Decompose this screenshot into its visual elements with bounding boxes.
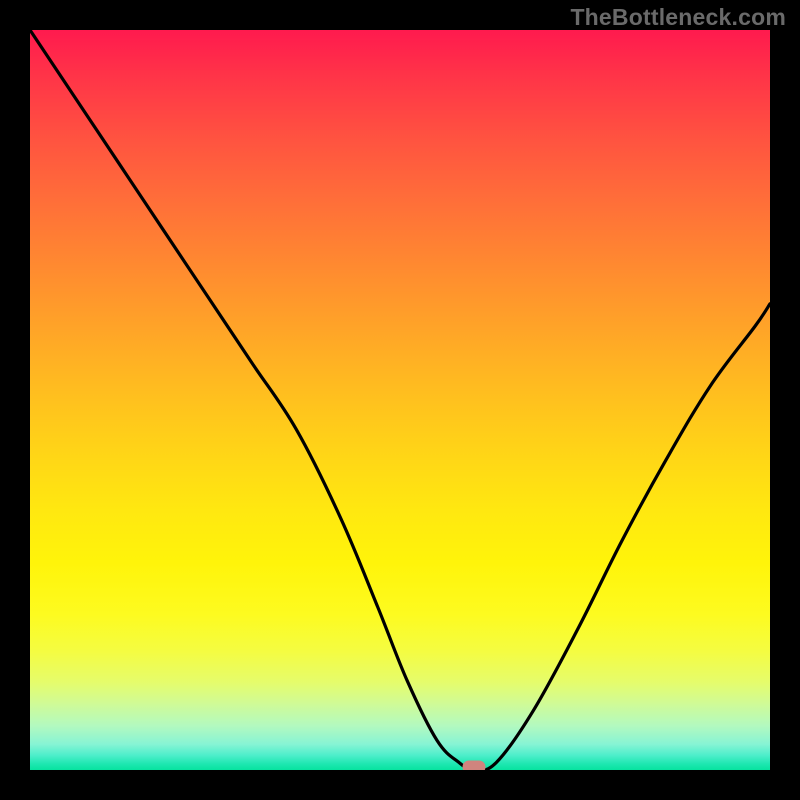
bottleneck-marker (463, 761, 486, 771)
curve-svg (30, 30, 770, 770)
chart-stage: TheBottleneck.com (0, 0, 800, 800)
plot-area (30, 30, 770, 770)
watermark-text: TheBottleneck.com (570, 4, 786, 31)
bottleneck-curve-path (30, 30, 770, 770)
